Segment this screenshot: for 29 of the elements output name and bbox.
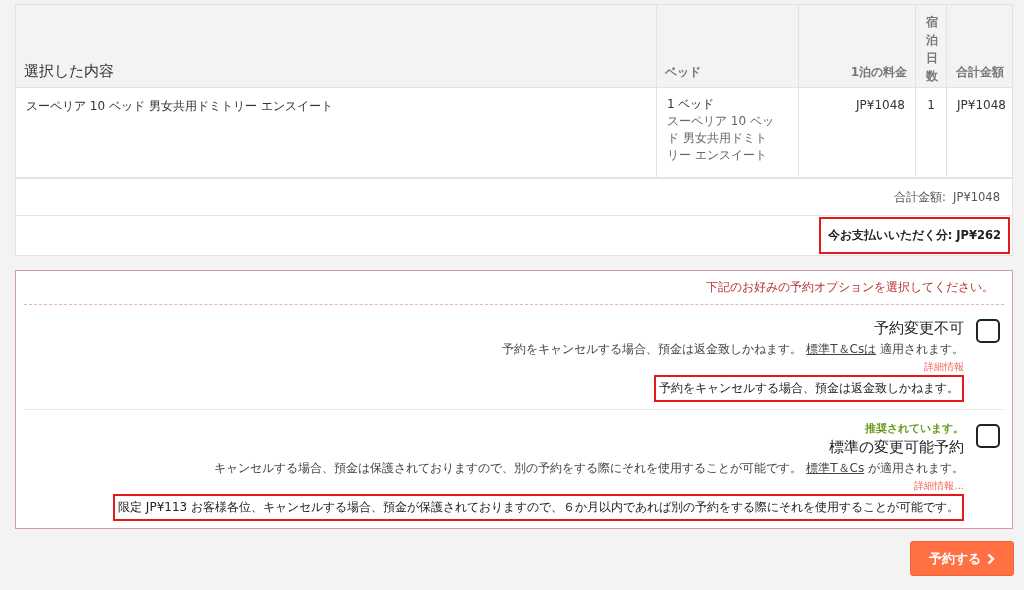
table-cell: JP¥1048	[957, 98, 1006, 112]
terms-link[interactable]: 標準T＆Csは	[806, 342, 877, 356]
book-button[interactable]: 予約する	[910, 541, 1014, 576]
chevron-icon	[987, 552, 995, 565]
column-header: ベッド	[656, 5, 798, 91]
column-header: 1泊の料金	[798, 5, 915, 91]
tooltip: 限定 JP¥113 お客様各位、キャンセルする場合、預金が保護されておりますので、６か月以内であれば別の予約をする際にそれを使用することが可能です。	[113, 494, 964, 521]
options-prompt: 下記のお好みの予約オプションを選択してください。	[706, 280, 994, 294]
option-title: 標準の変更可能予約	[829, 438, 964, 457]
recommended-label: 推奨されています。	[865, 422, 964, 436]
more-info-link[interactable]: 詳細情報...	[914, 479, 964, 493]
column-header: 宿泊日数	[915, 5, 948, 91]
option-title: 予約変更不可	[874, 319, 964, 338]
table-cell-text: 1 ベッド	[667, 96, 716, 113]
checkbox[interactable]	[976, 424, 1000, 448]
more-info-link[interactable]: 詳細情報	[924, 360, 964, 374]
terms-link[interactable]: 標準T＆Cs	[806, 461, 865, 475]
checkbox[interactable]	[976, 319, 1000, 343]
option-description: 予約をキャンセルする場合、預金は返金致しかねます。 標準T＆Csは 適用されます。	[502, 341, 964, 358]
table-cell: JP¥1048	[856, 98, 905, 112]
tooltip: 予約をキャンセルする場合、預金は返金致しかねます。	[654, 375, 964, 402]
total-amount: 合計金額: JP¥1048	[893, 189, 1000, 205]
column-header: 合計金額	[946, 5, 1012, 91]
bed-detail: スーペリア 10 ベッド 男女共用ドミトリー エンスイート	[667, 113, 775, 164]
pay-now-amount: 今お支払いいただく分: JP¥262	[818, 217, 1010, 254]
column-header: 選択した内容	[23, 61, 115, 82]
table-cell: 1	[927, 98, 935, 112]
option-description: キャンセルする場合、預金は保護されておりますので、別の予約をする際にそれを使用することが可能です。 標準T＆Cs が適用されます。	[214, 460, 964, 477]
table-cell: スーペリア 10 ベッド 男女共用ドミトリー エンスイート	[26, 99, 333, 113]
